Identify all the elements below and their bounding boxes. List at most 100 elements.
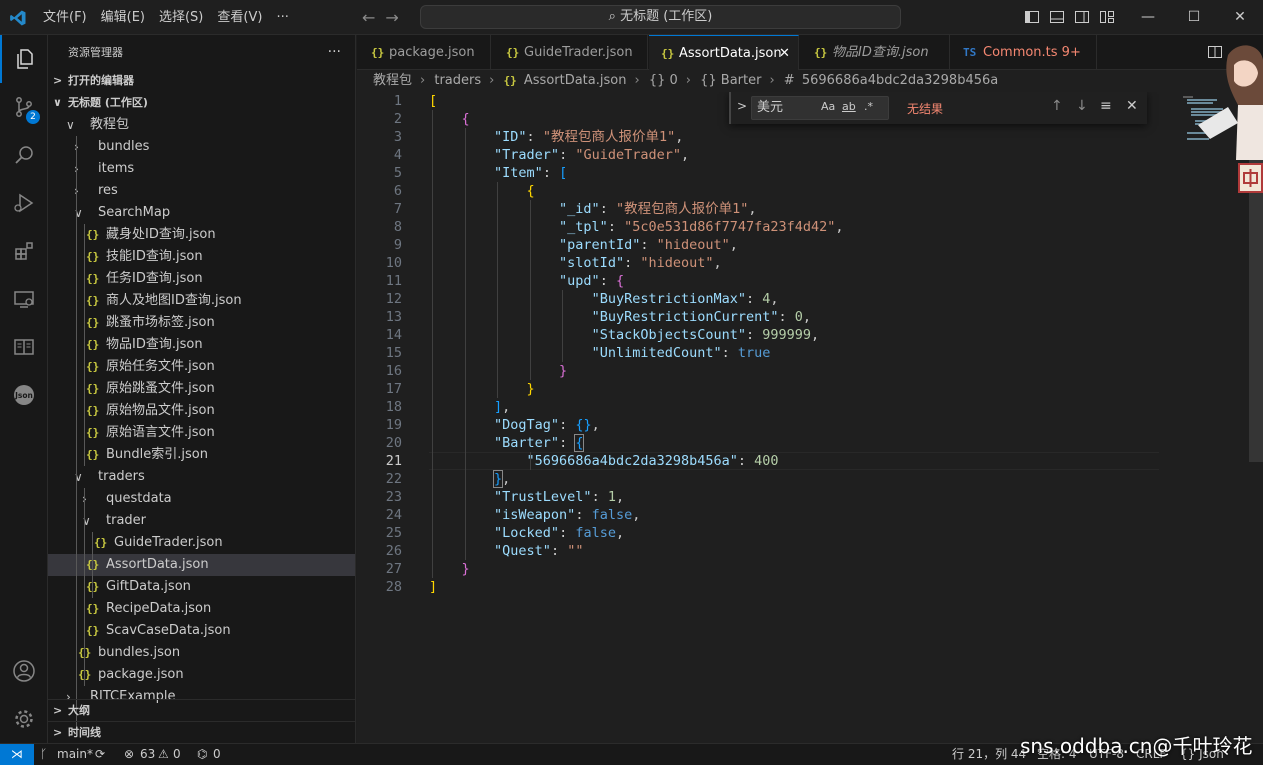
extensions-activity[interactable] <box>0 227 48 275</box>
open-editors-section[interactable]: > 打开的编辑器 <box>48 70 355 92</box>
workspace-section[interactable]: ∨ 无标题 (工作区) <box>48 92 355 114</box>
toggle-panel-icon[interactable] <box>1049 9 1065 25</box>
json-activity[interactable]: Json <box>0 371 48 419</box>
sync-icon[interactable]: ⟳ <box>95 744 105 765</box>
breadcrumb-item[interactable]: 教程包 <box>373 73 412 88</box>
previous-match-icon[interactable]: ↑ <box>1051 98 1063 114</box>
json-string: "教程包商人报价单1" <box>542 129 676 145</box>
tree-indent-guide <box>92 532 93 598</box>
maximize-button[interactable]: ☐ <box>1171 0 1217 35</box>
tree-item[interactable]: {}AssortData.json <box>48 554 355 576</box>
line-number: 10 <box>385 255 402 271</box>
close-window-button[interactable]: ✕ <box>1217 0 1263 35</box>
breadcrumb-item[interactable]: {} Barter <box>700 73 761 88</box>
tree-item[interactable]: {} 藏身处ID查询.json <box>48 224 355 246</box>
tree-item[interactable]: ›items <box>48 158 355 180</box>
tree-item[interactable]: ∨ 教程包 <box>48 114 355 136</box>
close-icon[interactable]: ✕ <box>1126 98 1138 114</box>
ports-count[interactable]: 0 <box>213 744 221 765</box>
outline-label: 大纲 <box>68 704 90 717</box>
match-whole-word-toggle[interactable]: ab <box>842 100 856 113</box>
tree-item[interactable]: {} 原始跳蚤文件.json <box>48 378 355 400</box>
run-debug-activity[interactable] <box>0 179 48 227</box>
menu-edit[interactable]: 编辑(E) <box>94 0 152 35</box>
explorer-more-button[interactable]: ··· <box>328 35 341 70</box>
tree-item[interactable]: ∨ trader <box>48 510 355 532</box>
line-number: 27 <box>385 561 402 577</box>
cursor-position[interactable]: 行 21，列 44 <box>952 744 1026 765</box>
remote-indicator[interactable]: ⋊ <box>0 744 34 765</box>
line-number: 1 <box>393 93 402 109</box>
menu-selection[interactable]: 选择(S) <box>152 0 210 35</box>
breadcrumb-item[interactable]: {} 0 <box>649 73 678 88</box>
tree-item[interactable]: ›questdata <box>48 488 355 510</box>
tree-item[interactable]: {}GiftData.json <box>48 576 355 598</box>
toggle-replace-chevron-icon[interactable]: > <box>737 99 747 113</box>
tree-item[interactable]: {}bundles.json <box>48 642 355 664</box>
remote-explorer-activity[interactable] <box>0 275 48 323</box>
line-number: 8 <box>393 219 402 235</box>
tree-item[interactable]: {} GuideTrader.json <box>48 532 355 554</box>
menu-file[interactable]: 文件(F) <box>36 0 94 35</box>
back-arrow-icon[interactable]: ← <box>362 8 375 27</box>
error-count[interactable]: 63 <box>140 744 155 765</box>
find-in-selection-icon[interactable]: ≡ <box>1100 98 1112 114</box>
breadcrumb-item[interactable]: traders <box>434 73 481 88</box>
tree-item[interactable]: ∨ traders <box>48 466 355 488</box>
timeline-section[interactable]: > 时间线 <box>48 721 355 743</box>
accounts-activity[interactable] <box>0 647 48 695</box>
tab-item-id-query-json[interactable]: {} 物品ID查询.json <box>800 35 950 70</box>
source-control-activity[interactable]: 2 <box>0 83 48 131</box>
next-match-icon[interactable]: ↓ <box>1076 98 1088 114</box>
remote-explorer-icon <box>14 291 34 308</box>
toggle-primary-sidebar-icon[interactable] <box>1024 9 1040 25</box>
tree-item[interactable]: {} ScavCaseData.json <box>48 620 355 642</box>
toggle-secondary-sidebar-icon[interactable] <box>1074 9 1090 25</box>
tree-item[interactable]: ›bundles <box>48 136 355 158</box>
tree-item[interactable]: {} 原始任务文件.json <box>48 356 355 378</box>
search-activity[interactable] <box>0 131 48 179</box>
menu-more[interactable]: ··· <box>269 0 295 35</box>
json-string: "hideout" <box>640 255 714 271</box>
match-case-toggle[interactable]: Aa <box>821 100 835 113</box>
tree-item[interactable]: {} Bundle索引.json <box>48 444 355 466</box>
minimize-button[interactable]: — <box>1125 0 1171 35</box>
tree-item[interactable]: ›res <box>48 180 355 202</box>
tree-item[interactable]: {} RecipeData.json <box>48 598 355 620</box>
tree-item[interactable]: {} 物品ID查询.json <box>48 334 355 356</box>
forward-arrow-icon[interactable]: → <box>385 8 398 27</box>
tree-item[interactable]: {} 商人及地图ID查询.json <box>48 290 355 312</box>
tree-item[interactable]: {}package.json <box>48 664 355 686</box>
close-icon[interactable]: ✕ <box>779 36 790 70</box>
tree-item[interactable]: {} 任务ID查询.json <box>48 268 355 290</box>
json-key: "ID" <box>494 129 527 145</box>
tab-guidetrader-json[interactable]: {} GuideTrader.json <box>492 35 648 70</box>
tree-item[interactable]: ∨ SearchMap <box>48 202 355 224</box>
tree-item-label: 技能ID查询.json <box>106 249 203 264</box>
tree-item[interactable]: {} 原始语言文件.json <box>48 422 355 444</box>
tab-common-ts[interactable]: TS Common.ts 9+ <box>951 35 1097 70</box>
json-number: 400 <box>754 453 779 469</box>
branch-name[interactable]: main* <box>57 744 93 765</box>
tree-item[interactable]: {} 原始物品文件.json <box>48 400 355 422</box>
explorer-activity[interactable] <box>0 35 48 83</box>
customize-layout-icon[interactable] <box>1099 9 1115 25</box>
json-file-icon: {} <box>86 338 100 351</box>
tree-item-label: bundles <box>98 139 150 154</box>
menu-view[interactable]: 查看(V) <box>210 0 269 35</box>
code-editor[interactable]: 1 2 3 4 5 6 7 8 9 10 11 12 13 14 15 16 17 18 19 20 21 22 23 24 2… <box>357 92 1263 743</box>
tree-item[interactable]: {} 跳蚤市场标签.json <box>48 312 355 334</box>
command-center-search[interactable]: ⌕ 无标题 (工作区) <box>420 5 901 29</box>
tree-item[interactable]: {} 技能ID查询.json <box>48 246 355 268</box>
manage-activity[interactable] <box>0 695 48 743</box>
reader-activity[interactable] <box>0 323 48 371</box>
breadcrumb-item[interactable]: AssortData.json <box>524 73 627 88</box>
code-line: "Locked": false, <box>494 525 625 541</box>
json-file-icon: {} <box>86 404 100 417</box>
tab-assortdata-json[interactable]: {} AssortData.json ✕ <box>649 35 799 70</box>
warning-count[interactable]: 0 <box>173 744 181 765</box>
breadcrumb-item[interactable]: 5696686a4bdc2da3298b456a <box>802 73 998 88</box>
outline-section[interactable]: > 大纲 <box>48 699 355 721</box>
tab-package-json[interactable]: {} package.json <box>357 35 491 70</box>
regex-toggle[interactable]: .* <box>864 100 873 113</box>
